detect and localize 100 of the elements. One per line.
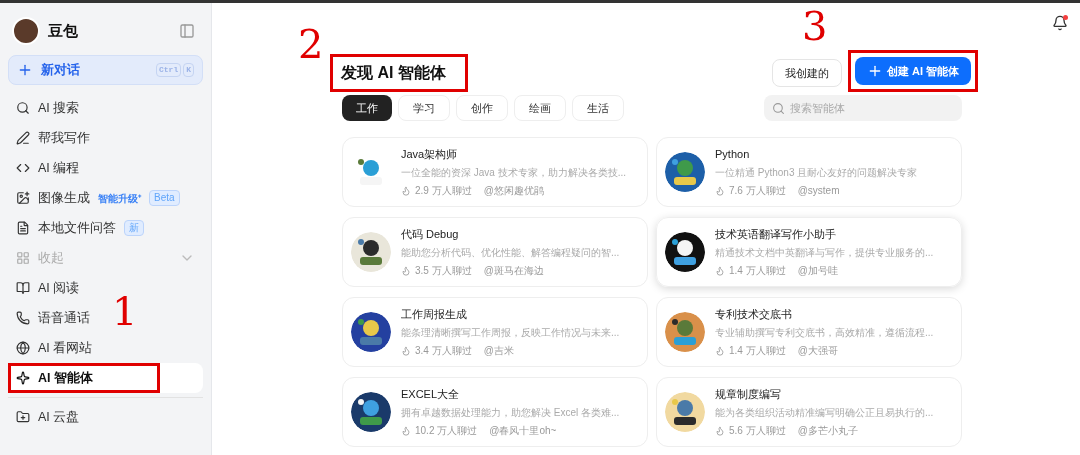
agent-description: 能助您分析代码、优化性能、解答编程疑问的智...: [401, 246, 620, 261]
category-tab[interactable]: 生活: [572, 95, 624, 121]
sidebar-item-label: AI 编程: [38, 159, 80, 177]
flame-icon: [401, 265, 411, 276]
sidebar-item-label: AI 云盘: [38, 408, 80, 426]
agent-description: 专业辅助撰写专利交底书，高效精准，遵循流程...: [715, 326, 934, 341]
search-field[interactable]: 搜索智能体: [764, 95, 962, 121]
sidebar-item[interactable]: AI 智能体: [8, 363, 203, 393]
grid-icon: [16, 251, 30, 265]
sidebar-item-label: AI 搜索: [38, 99, 80, 117]
folder-icon: [16, 410, 30, 424]
sidebar-item-label: 图像生成: [38, 189, 90, 207]
sidebar-item-label: 本地文件问答: [38, 219, 116, 237]
item-badge: Beta: [149, 190, 180, 206]
image-icon: [16, 191, 30, 205]
new-chat-button[interactable]: 新对话 Ctrl K: [8, 55, 203, 85]
sidebar-item[interactable]: AI 云盘: [8, 402, 88, 432]
agent-author: @悠闲趣优鹃: [483, 184, 544, 199]
code-icon: [16, 161, 30, 175]
sidebar-item[interactable]: 本地文件问答 新: [8, 213, 152, 243]
category-tab[interactable]: 绘画: [514, 95, 566, 121]
globe-icon: [16, 341, 30, 355]
book-icon: [16, 281, 30, 295]
brand-name: 豆包: [48, 20, 78, 41]
agent-name: Java架构师: [401, 146, 459, 162]
avatar-icon: [12, 17, 40, 45]
search-icon: [16, 101, 30, 115]
sidebar-item-label: 收起: [38, 249, 64, 267]
annotation-number: 1: [112, 288, 138, 334]
flame-icon: [401, 345, 411, 356]
agent-description: 能条理清晰撰写工作周报，反映工作情况与未来...: [401, 326, 620, 341]
agent-author: @加号哇: [797, 264, 838, 279]
sidebar-item[interactable]: 图像生成 智能升级⁺ Beta: [8, 183, 188, 213]
agent-name: 代码 Debug: [401, 226, 460, 242]
agent-card[interactable]: 专利技术交底书 专业辅助撰写专利交底书，高效精准，遵循流程... 1.4 万人聊过 @大强哥: [656, 297, 962, 367]
sidebar-item[interactable]: 语音通话: [8, 303, 98, 333]
plus-icon: [17, 62, 33, 78]
agent-name: 工作周报生成: [401, 306, 468, 322]
sidebar-item-label: 语音通话: [38, 309, 90, 327]
chat-count: 1.4 万人聊过: [729, 264, 786, 279]
agent-name: 专利技术交底书: [715, 306, 793, 322]
agent-card[interactable]: 技术英语翻译写作小助手 精通技术文档中英翻译与写作，提供专业服务的... 1.4 万人聊过 @加号哇: [656, 217, 962, 287]
annotation-number: 2: [298, 21, 324, 67]
sidebar-toggle-icon[interactable]: [179, 23, 195, 39]
sparkle-icon: [16, 371, 30, 385]
pen-icon: [16, 131, 30, 145]
sidebar-item[interactable]: 帮我写作: [8, 123, 98, 153]
my-created-button[interactable]: 我创建的: [771, 59, 842, 87]
sidebar-item[interactable]: AI 搜索: [8, 93, 88, 123]
agent-author: @多芒小丸子: [797, 424, 858, 439]
flame-icon: [401, 425, 411, 436]
agent-author: @春风十里oh~: [489, 424, 557, 439]
sidebar-item-label: AI 智能体: [38, 369, 93, 387]
chat-count: 2.9 万人聊过: [415, 184, 472, 199]
annotation-number: 3: [801, 3, 828, 49]
sidebar-item[interactable]: AI 看网站: [8, 333, 101, 363]
sidebar-item[interactable]: AI 编程: [8, 153, 88, 183]
agent-author: @吉米: [483, 344, 514, 359]
agent-name: Python: [715, 146, 751, 162]
agent-name: 技术英语翻译写作小助手: [715, 226, 837, 242]
shortcut-key: K: [183, 63, 194, 77]
sidebar-item-label: AI 看网站: [38, 339, 93, 357]
agent-author: @斑马在海边: [483, 264, 544, 279]
agent-author: @system: [797, 184, 840, 199]
agent-card[interactable]: 规章制度编写 能为各类组织活动精准编写明确公正且易执行的... 5.6 万人聊过 @多芒小丸子: [656, 377, 962, 447]
flame-icon: [715, 345, 725, 356]
chat-count: 3.5 万人聊过: [415, 264, 472, 279]
chat-count: 3.4 万人聊过: [415, 344, 472, 359]
flame-icon: [715, 265, 725, 276]
flame-icon: [401, 185, 411, 196]
category-tab[interactable]: 学习: [398, 95, 450, 121]
category-tab[interactable]: 工作: [342, 95, 392, 121]
sidebar-item[interactable]: AI 阅读: [8, 273, 88, 303]
agent-description: 拥有卓越数据处理能力，助您解决 Excel 各类难...: [401, 406, 620, 421]
agent-name: EXCEL大全: [401, 386, 461, 402]
sidebar-item-label: 帮我写作: [38, 129, 90, 147]
phone-icon: [16, 311, 30, 325]
chat-count: 7.6 万人聊过: [729, 184, 786, 199]
agent-name: 规章制度编写: [715, 386, 782, 402]
flame-icon: [715, 185, 725, 196]
search-icon: [772, 102, 785, 115]
agent-description: 能为各类组织活动精准编写明确公正且易执行的...: [715, 406, 934, 421]
agent-author: @大强哥: [797, 344, 838, 359]
agent-card[interactable]: 代码 Debug 能助您分析代码、优化性能、解答编程疑问的智... 3.5 万人聊过 @斑马在海边: [342, 217, 648, 287]
chat-count: 5.6 万人聊过: [729, 424, 786, 439]
sidebar-item-label: AI 阅读: [38, 279, 80, 297]
category-tab[interactable]: 创作: [456, 95, 508, 121]
agent-description: 精通技术文档中英翻译与写作，提供专业服务的...: [715, 246, 934, 261]
chat-count: 10.2 万人聊过: [415, 424, 478, 439]
agent-card[interactable]: 工作周报生成 能条理清晰撰写工作周报，反映工作情况与未来... 3.4 万人聊过 @吉米: [342, 297, 648, 367]
page-title: 发现 AI 智能体: [341, 63, 446, 83]
shortcut-key: Ctrl: [156, 63, 182, 77]
upgrade-tag: 智能升级⁺: [98, 190, 141, 206]
chat-count: 1.4 万人聊过: [729, 344, 786, 359]
create-agent-button[interactable]: 创建 AI 智能体: [854, 57, 971, 85]
item-badge: 新: [124, 220, 144, 236]
notification-icon[interactable]: [1052, 15, 1068, 31]
flame-icon: [715, 425, 725, 436]
agent-card[interactable]: EXCEL大全 拥有卓越数据处理能力，助您解决 Excel 各类难... 10.2 万人聊过 @春风十里oh~: [342, 377, 648, 447]
file-icon: [16, 221, 30, 235]
